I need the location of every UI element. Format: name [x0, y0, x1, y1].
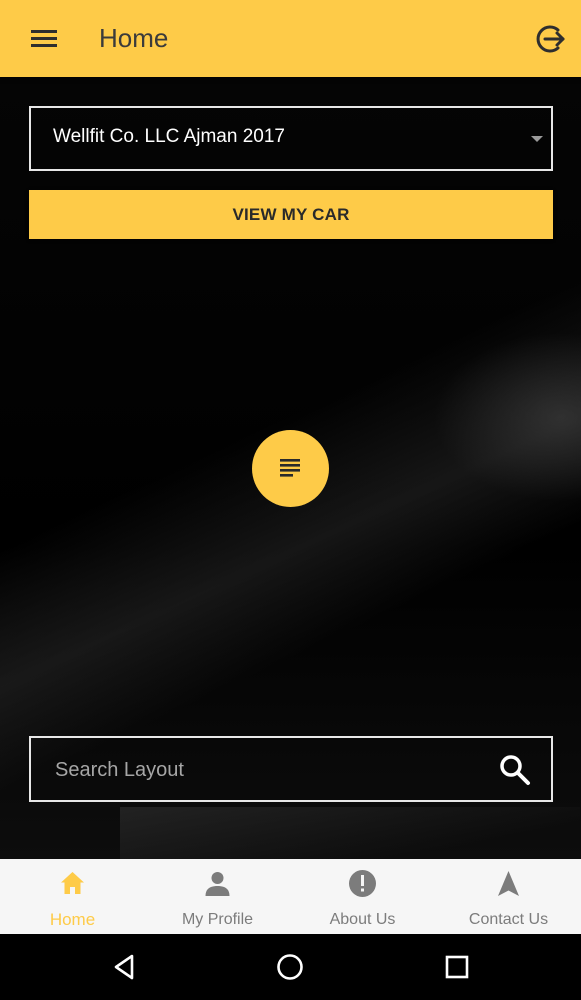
home-icon [61, 872, 84, 894]
logout-button[interactable] [530, 18, 572, 60]
page-title: Home [99, 23, 169, 53]
home-circle-icon[interactable] [275, 952, 305, 982]
list-text-icon [280, 459, 300, 477]
company-year-dropdown[interactable]: Wellfit Co. LLC Ajman 2017 [29, 106, 553, 171]
menu-button[interactable] [24, 20, 64, 58]
nav-label-about-us: About Us [329, 911, 396, 928]
back-triangle-icon[interactable] [110, 952, 140, 982]
search-layout-box [29, 736, 553, 802]
nav-label-home: Home [49, 910, 96, 929]
system-navigation-bar [0, 934, 581, 1000]
layout-list-fab[interactable] [252, 430, 329, 507]
nav-item-about-us[interactable]: About Us [290, 859, 435, 934]
main-content: Wellfit Co. LLC Ajman 2017 VIEW MY CAR [0, 77, 581, 859]
logout-icon [536, 25, 565, 53]
dropdown-selected-value: Wellfit Co. LLC Ajman 2017 [53, 126, 285, 147]
nav-item-my-profile[interactable]: My Profile [145, 859, 290, 934]
nav-label-my-profile: My Profile [181, 911, 254, 928]
search-icon [500, 755, 530, 785]
dropdown-arrow-icon [531, 136, 543, 142]
bottom-navigation: Home My Profile About Us Contact Us [0, 859, 581, 934]
view-my-car-button[interactable]: VIEW MY CAR [29, 190, 553, 239]
navigation-arrow-icon [498, 871, 519, 896]
search-button[interactable] [497, 752, 533, 788]
nav-item-contact-us[interactable]: Contact Us [436, 859, 581, 934]
recents-square-icon[interactable] [442, 952, 472, 982]
nav-item-home[interactable]: Home [0, 859, 145, 934]
nav-label-contact-us: Contact Us [468, 911, 549, 928]
hamburger-menu-icon [31, 30, 57, 47]
top-app-bar: Home [0, 0, 581, 77]
person-icon [205, 872, 230, 896]
info-alert-icon [349, 870, 376, 897]
search-input[interactable] [53, 753, 477, 787]
